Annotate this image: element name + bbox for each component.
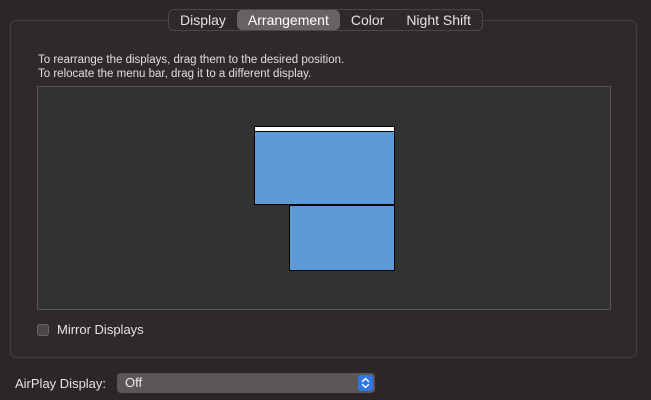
chevron-up-down-icon — [358, 375, 374, 391]
menu-bar-indicator[interactable] — [255, 126, 394, 132]
mirror-displays-label: Mirror Displays — [57, 322, 144, 337]
airplay-display-select[interactable]: Off — [117, 373, 376, 393]
tab-arrangement[interactable]: Arrangement — [236, 10, 340, 30]
tab-bar: Display Arrangement Color Night Shift — [168, 9, 483, 31]
display-arrangement-area — [37, 86, 611, 310]
airplay-display-label: AirPlay Display: — [15, 375, 107, 391]
mirror-displays-checkbox[interactable] — [37, 323, 49, 336]
instructions-text: To rearrange the displays, drag them to … — [38, 53, 344, 81]
main-display[interactable] — [254, 126, 395, 205]
tab-display[interactable]: Display — [169, 10, 237, 30]
airplay-display-value: Off — [125, 375, 143, 390]
instructions-line-2: To relocate the menu bar, drag it to a d… — [38, 68, 312, 80]
tab-color[interactable]: Color — [340, 10, 395, 30]
instructions-line-1: To rearrange the displays, drag them to … — [38, 54, 345, 66]
mirror-displays-option[interactable]: Mirror Displays — [37, 322, 144, 337]
airplay-display-row: AirPlay Display: Off — [15, 373, 376, 393]
secondary-display[interactable] — [289, 205, 395, 271]
tab-night-shift[interactable]: Night Shift — [395, 10, 482, 30]
